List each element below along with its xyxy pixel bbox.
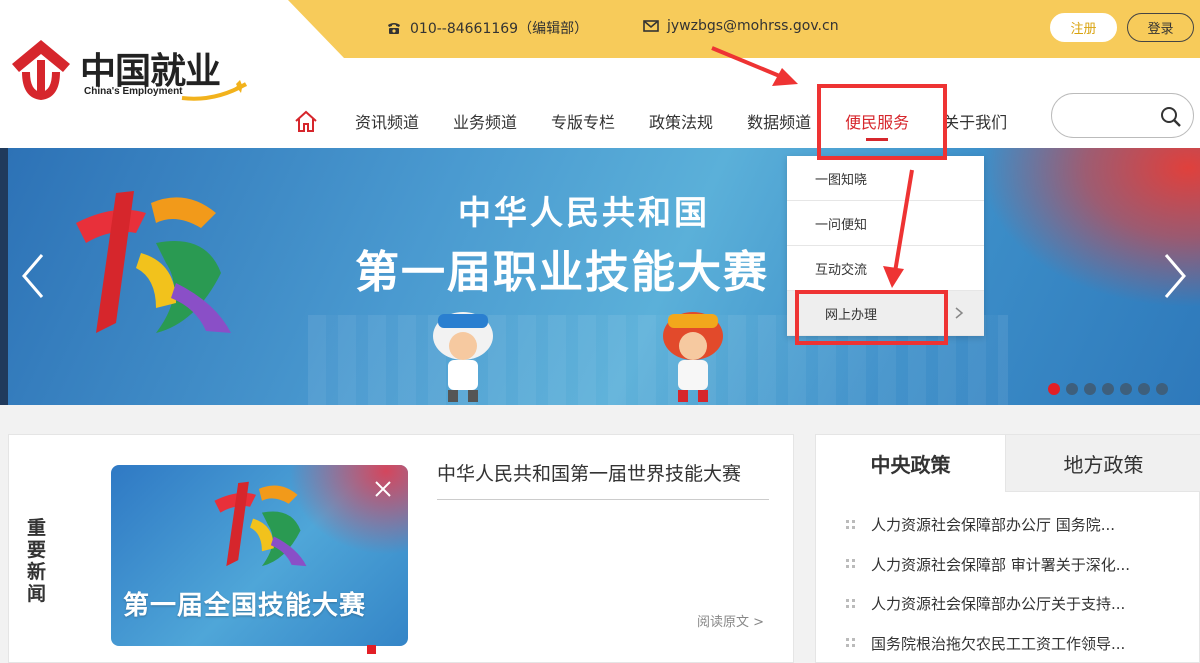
tab-central-policy[interactable]: 中央政策 bbox=[816, 435, 1005, 492]
email-contact: jywzbgs@mohrss.gov.cn bbox=[643, 18, 839, 34]
tab-local-policy[interactable]: 地方政策 bbox=[1005, 435, 1200, 492]
policy-item-text: 国务院根治拖欠农民工工资工作领导... bbox=[871, 634, 1126, 653]
skills-competition-logo-small-icon bbox=[214, 481, 307, 567]
list-item[interactable]: 人力资源社会保障部办公厅关于支持... bbox=[846, 584, 1130, 624]
mail-icon bbox=[643, 18, 659, 34]
menu-item-interaction[interactable]: 互动交流 bbox=[787, 246, 984, 291]
policy-item-text: 人力资源社会保障部 审计署关于深化... bbox=[871, 555, 1131, 574]
highlight-box-services bbox=[817, 84, 947, 160]
list-item[interactable]: 人力资源社会保障部 审计署关于深化... bbox=[846, 545, 1130, 585]
logo-english-name: China's Employment bbox=[84, 86, 183, 97]
mascot-right-icon bbox=[663, 312, 723, 402]
nav-item-data[interactable]: 数据频道 bbox=[730, 101, 828, 141]
news-headline[interactable]: 中华人民共和国第一届世界技能大赛 bbox=[437, 459, 741, 486]
skills-competition-logo-icon bbox=[76, 191, 231, 333]
banner-dot[interactable] bbox=[1102, 383, 1114, 395]
banner-dot[interactable] bbox=[1120, 383, 1132, 395]
policy-panel: 中央政策 地方政策 人力资源社会保障部办公厅 国务院... 人力资源社会保障部 … bbox=[815, 434, 1200, 663]
email-address[interactable]: jywzbgs@mohrss.gov.cn bbox=[667, 18, 839, 34]
policy-list: 人力资源社会保障部办公厅 国务院... 人力资源社会保障部 审计署关于深化...… bbox=[846, 505, 1130, 663]
login-button[interactable]: 登录 bbox=[1127, 13, 1194, 42]
banner-dot[interactable] bbox=[1066, 383, 1078, 395]
policy-item-text: 人力资源社会保障部办公厅 国务院... bbox=[871, 516, 1116, 535]
banner-pagination bbox=[1048, 383, 1168, 395]
search-icon[interactable] bbox=[1159, 105, 1183, 129]
bullet-icon bbox=[846, 638, 856, 648]
banner-dot[interactable] bbox=[1084, 383, 1096, 395]
nav-item-business[interactable]: 业务频道 bbox=[436, 101, 534, 141]
mascot-left-icon bbox=[433, 312, 493, 402]
highlight-box-online-service bbox=[795, 290, 948, 345]
news-section: 重要新闻 第一届全国技能大赛 中华人民共和国第一届世界技能大赛 阅读原文 > bbox=[8, 434, 794, 663]
banner-prev-arrow-icon[interactable] bbox=[18, 251, 48, 301]
phone-icon bbox=[386, 20, 402, 36]
banner-title-line1: 中华人民共和国 bbox=[458, 193, 710, 232]
chevron-right-icon bbox=[955, 307, 964, 319]
banner-dot[interactable] bbox=[1138, 383, 1150, 395]
register-button[interactable]: 注册 bbox=[1050, 13, 1117, 42]
nav-home[interactable] bbox=[288, 101, 324, 141]
site-logo[interactable]: 中国就业 China's Employment bbox=[8, 36, 248, 106]
hero-banner[interactable]: 中华人民共和国 第一届职业技能大赛 bbox=[8, 148, 1200, 405]
news-divider bbox=[437, 499, 769, 500]
bullet-icon bbox=[846, 519, 856, 530]
phone-contact: 010--84661169（编辑部） bbox=[386, 18, 588, 38]
news-carousel-indicator[interactable] bbox=[367, 645, 376, 654]
news-image[interactable]: 第一届全国技能大赛 bbox=[111, 465, 408, 646]
close-icon[interactable] bbox=[373, 479, 393, 499]
bullet-icon bbox=[846, 559, 856, 569]
list-item[interactable]: 国务院根治拖欠农民工工资工作领导... bbox=[846, 624, 1130, 663]
banner-title-line2: 第一届职业技能大赛 bbox=[355, 247, 769, 298]
menu-item-infographic[interactable]: 一图知晓 bbox=[787, 156, 984, 201]
nav-item-policy[interactable]: 政策法规 bbox=[632, 101, 730, 141]
read-more-link[interactable]: 阅读原文 > bbox=[697, 611, 764, 630]
policy-item-text: 人力资源社会保障部办公厅关于支持... bbox=[871, 595, 1126, 614]
logo-swoosh-icon bbox=[181, 80, 248, 101]
logo-emblem-icon bbox=[12, 40, 70, 100]
news-image-caption: 第一届全国技能大赛 bbox=[123, 591, 367, 621]
search-input[interactable] bbox=[1064, 104, 1154, 128]
news-section-label: 重要新闻 bbox=[27, 517, 47, 605]
banner-dot[interactable] bbox=[1156, 383, 1168, 395]
menu-item-faq[interactable]: 一问便知 bbox=[787, 201, 984, 246]
nav-item-columns[interactable]: 专版专栏 bbox=[534, 101, 632, 141]
banner-left-edge bbox=[0, 148, 8, 405]
bullet-icon bbox=[846, 598, 856, 609]
search-box bbox=[1051, 93, 1194, 138]
banner-dot[interactable] bbox=[1048, 383, 1060, 395]
banner-next-arrow-icon[interactable] bbox=[1160, 251, 1190, 301]
list-item[interactable]: 人力资源社会保障部办公厅 国务院... bbox=[846, 505, 1130, 545]
nav-item-news[interactable]: 资讯频道 bbox=[338, 101, 436, 141]
home-icon bbox=[295, 110, 317, 132]
phone-number: 010--84661169（编辑部） bbox=[410, 21, 589, 37]
